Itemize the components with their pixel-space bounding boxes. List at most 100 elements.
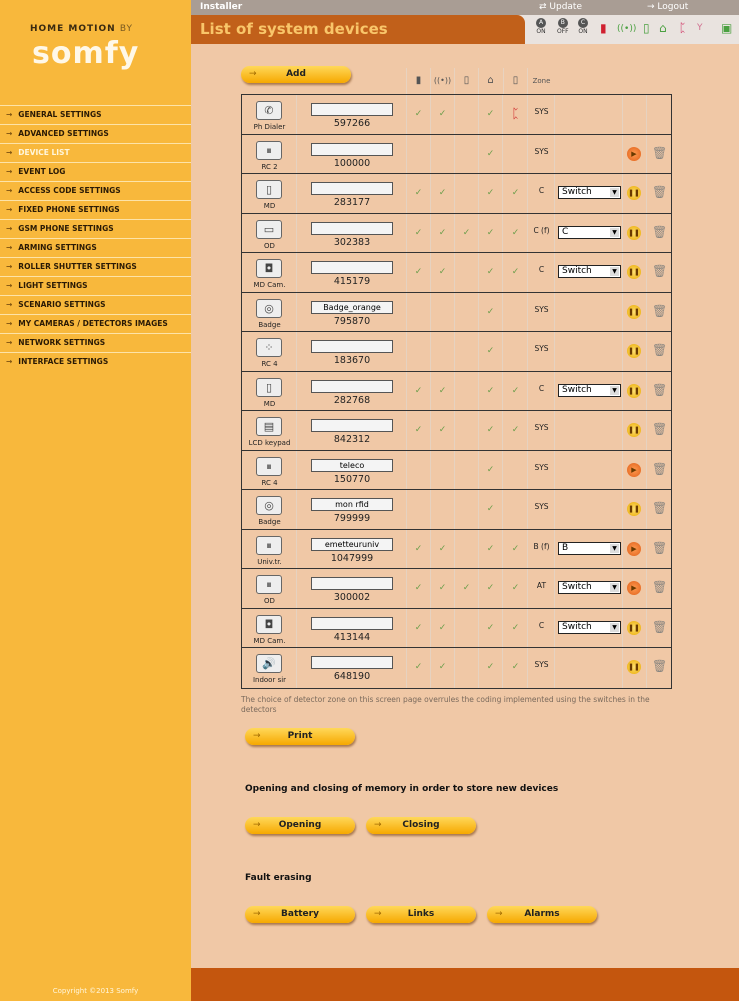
zone-select[interactable]: Switch ▼: [558, 265, 621, 278]
zone-select[interactable]: Switch ▼: [558, 620, 621, 634]
zone-select-cell: Switch ▼: [555, 253, 623, 292]
device-name-input[interactable]: [311, 182, 393, 195]
trash-icon[interactable]: 🗑: [652, 462, 667, 476]
pause-button[interactable]: ❚❚: [627, 186, 641, 200]
logout-link[interactable]: → Logout: [647, 2, 688, 12]
zone-value: SYS: [529, 648, 555, 688]
status-cell: ✓: [479, 95, 503, 134]
update-link[interactable]: ⇄ Update: [539, 2, 582, 12]
trash-icon[interactable]: 🗑: [652, 659, 667, 673]
device-name-input[interactable]: [311, 142, 393, 156]
sidebar-item-label: INTERFACE SETTINGS: [18, 357, 109, 366]
pause-button[interactable]: ❚❚: [627, 225, 641, 240]
play-button[interactable]: ▶: [627, 581, 641, 595]
sidebar-item-my-cameras-detectors-images[interactable]: → MY CAMERAS / DETECTORS IMAGES: [0, 314, 191, 333]
device-name-input[interactable]: [311, 103, 393, 116]
zone-select[interactable]: Switch ▼: [558, 581, 621, 594]
status-cell: ✓: [431, 569, 455, 608]
trash-icon[interactable]: 🗑: [652, 580, 667, 594]
check-icon: ✓: [414, 385, 423, 396]
logout-label: Logout: [657, 2, 689, 12]
device-name-input[interactable]: mon rfid: [311, 498, 393, 511]
play-button[interactable]: ▶: [627, 462, 641, 477]
pause-button[interactable]: ❚❚: [627, 304, 641, 319]
device-name-input[interactable]: [311, 419, 393, 432]
device-row: 🔊 Indoor sir 648190 ✓ ✓ ✓ ✓ SYS ❚❚ 🗑: [242, 648, 671, 688]
device-icon: ◘: [256, 614, 282, 634]
action-cell: ❚❚: [623, 490, 647, 529]
trash-icon[interactable]: 🗑: [652, 541, 667, 555]
sidebar-item-fixed-phone-settings[interactable]: → FIXED PHONE SETTINGS: [0, 200, 191, 219]
play-button[interactable]: ▶: [627, 541, 641, 556]
pause-button[interactable]: ❚❚: [627, 660, 641, 674]
add-button[interactable]: → Add: [241, 66, 351, 83]
status-cell: ✓: [479, 450, 503, 489]
print-button[interactable]: → Print: [245, 728, 355, 745]
device-name-input[interactable]: teleco: [311, 458, 393, 472]
zone-select[interactable]: C ▼: [558, 225, 621, 239]
zone-select[interactable]: Switch ▼: [558, 383, 621, 397]
device-name-input[interactable]: [311, 221, 393, 235]
zone-select[interactable]: B ▼: [558, 541, 621, 555]
status-cell: ✓: [504, 174, 528, 213]
trash-icon[interactable]: 🗑: [652, 264, 667, 278]
status-cell: ✓: [455, 213, 479, 252]
device-type-label: Univ.tr.: [257, 557, 282, 566]
sidebar-item-interface-settings[interactable]: → INTERFACE SETTINGS: [0, 352, 191, 371]
trash-icon[interactable]: 🗑: [652, 146, 667, 160]
zone-select-cell: [555, 134, 623, 173]
check-icon: ✓: [462, 227, 471, 238]
alarms-button[interactable]: → Alarms: [487, 906, 597, 923]
device-name-input[interactable]: [311, 656, 393, 669]
links-button[interactable]: → Links: [366, 906, 476, 923]
trash-icon[interactable]: 🗑: [652, 620, 667, 634]
device-name-input[interactable]: [311, 616, 393, 630]
sidebar-item-general-settings[interactable]: → GENERAL SETTINGS: [0, 105, 191, 124]
closing-button[interactable]: → Closing: [366, 817, 476, 834]
delete-cell: 🗑: [647, 490, 672, 529]
trash-icon[interactable]: 🗑: [652, 501, 667, 515]
pause-button[interactable]: ❚❚: [627, 502, 641, 516]
trash-icon[interactable]: 🗑: [652, 383, 667, 397]
device-name-input[interactable]: [311, 340, 393, 353]
status-cell: ✓: [431, 608, 455, 647]
sidebar-item-gsm-phone-settings[interactable]: → GSM PHONE SETTINGS: [0, 219, 191, 238]
check-icon: ✓: [486, 425, 495, 435]
sidebar-item-access-code-settings[interactable]: → ACCESS CODE SETTINGS: [0, 181, 191, 200]
device-name-input[interactable]: Badge_orange: [311, 300, 393, 314]
sidebar-item-light-settings[interactable]: → LIGHT SETTINGS: [0, 276, 191, 295]
pause-button[interactable]: ❚❚: [627, 620, 641, 635]
status-cell: ✓: [431, 253, 455, 292]
opening-button[interactable]: → Opening: [245, 817, 355, 834]
zone-select[interactable]: Switch ▼: [558, 186, 621, 199]
device-name-input[interactable]: [311, 261, 393, 274]
trash-icon[interactable]: 🗑: [652, 185, 667, 199]
pause-button[interactable]: ❚❚: [627, 423, 641, 437]
trash-icon[interactable]: 🗑: [652, 422, 667, 436]
sidebar-item-device-list[interactable]: → DEVICE LIST: [0, 143, 191, 162]
sidebar-item-scenario-settings[interactable]: → SCENARIO SETTINGS: [0, 295, 191, 314]
trash-icon[interactable]: 🗑: [652, 304, 667, 318]
pause-button[interactable]: ❚❚: [627, 383, 641, 398]
device-row: ▯ MD 283177 ✓ ✓ ✓ ✓ C Switch ▼ ❚❚ 🗑: [242, 174, 671, 214]
device-name-input[interactable]: emetteuruniv: [311, 537, 393, 551]
sidebar-item-network-settings[interactable]: → NETWORK SETTINGS: [0, 333, 191, 352]
device-type-label: RC 2: [261, 162, 278, 171]
trash-icon[interactable]: 🗑: [652, 343, 667, 357]
play-button[interactable]: ▶: [627, 146, 641, 161]
trash-icon[interactable]: 🗑: [652, 225, 667, 239]
sidebar-item-arming-settings[interactable]: → ARMING SETTINGS: [0, 238, 191, 257]
battery-button[interactable]: → Battery: [245, 906, 355, 923]
status-cell: [455, 529, 479, 568]
sidebar-item-roller-shutter-settings[interactable]: → ROLLER SHUTTER SETTINGS: [0, 257, 191, 276]
sidebar-item-event-log[interactable]: → EVENT LOG: [0, 162, 191, 181]
arrow-right-icon: →: [6, 300, 13, 309]
sidebar-item-advanced-settings[interactable]: → ADVANCED SETTINGS: [0, 124, 191, 143]
status-cell: ✓: [479, 648, 503, 688]
device-name-cell: 282768: [297, 371, 407, 410]
device-type-cell: ⁘ RC 4: [242, 332, 297, 371]
pause-button[interactable]: ❚❚: [627, 344, 641, 358]
device-name-input[interactable]: [311, 577, 393, 590]
device-name-input[interactable]: [311, 379, 393, 393]
pause-button[interactable]: ❚❚: [627, 265, 641, 279]
